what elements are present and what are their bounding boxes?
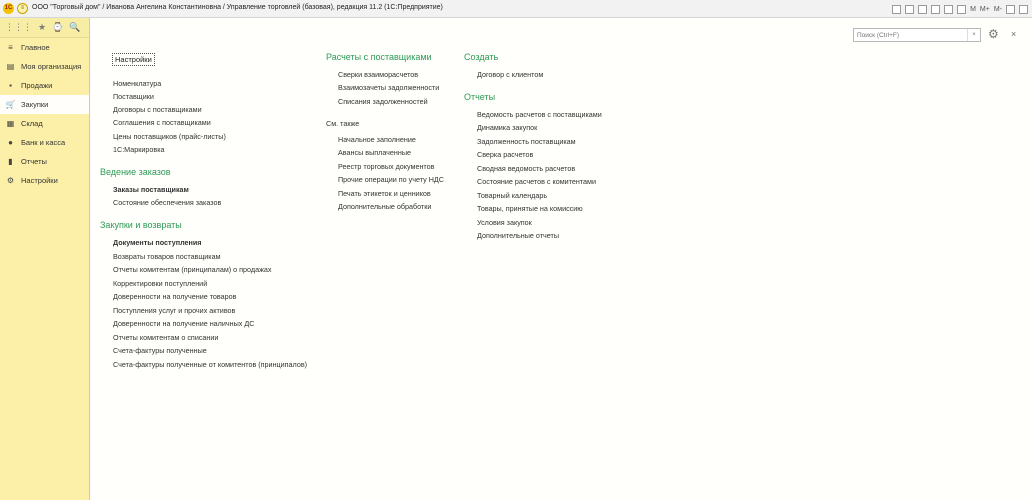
link-returns-to-suppliers[interactable]: Возвраты товаров поставщикам [113,252,221,261]
link-services-receipts[interactable]: Поступления услуг и прочих активов [113,306,235,315]
memory-minus-button[interactable]: M- [994,6,1002,13]
search-input[interactable] [854,29,967,41]
memory-plus-button[interactable]: M+ [980,6,990,13]
link-trade-docs-register[interactable]: Реестр торговых документов [338,162,434,171]
sidebar-item-main[interactable]: ≡ Главное [0,38,89,57]
link-offsets[interactable]: Взаимозачеты задолженности [338,83,439,92]
sidebar-item-bank-cash[interactable]: ● Банк и касса [0,133,89,152]
search-field[interactable]: × [853,28,981,42]
link-report-purchase-terms[interactable]: Условия закупок [477,218,532,227]
sidebar-toolbar: ⋮⋮⋮ ★ ⌚ 🔍 [0,18,89,38]
sidebar-item-label: Закупки [21,100,49,109]
coin-icon: ● [8,138,13,147]
sidebar-item-warehouse[interactable]: ▦ Склад [0,114,89,133]
sidebar-item-label: Банк и касса [21,138,66,147]
apps-grid-icon[interactable]: ⋮⋮⋮ [5,23,32,32]
link-vat-operations[interactable]: Прочие операции по учету НДС [338,175,444,184]
link-additional-processing[interactable]: Дополнительные обработки [338,202,431,211]
link-principal-invoices[interactable]: Счета-фактуры полученные от комитентов (… [113,360,307,369]
sidebar-item-label: Склад [21,119,43,128]
save-icon[interactable] [892,4,902,14]
settings-link[interactable]: Настройки [112,53,155,66]
close-icon[interactable]: × [1011,29,1016,39]
sections-panel: ⋮⋮⋮ ★ ⌚ 🔍 ≡ Главное ▤ Моя организация ▪ … [0,18,90,500]
sidebar-item-label: Моя организация [21,62,82,71]
calculator-icon[interactable] [918,4,928,14]
link-report-additional[interactable]: Дополнительные отчеты [477,231,559,240]
shopping-bag-icon: ▪ [9,81,12,90]
link-report-purchase-dynamics[interactable]: Динамика закупок [477,123,537,132]
link-nomenclature[interactable]: Номенклатура [113,79,161,88]
bar-chart-icon: ▮ [8,157,13,166]
clear-search-icon[interactable]: × [967,29,980,41]
sidebar-item-my-organization[interactable]: ▤ Моя организация [0,57,89,76]
link-label-printing[interactable]: Печать этикеток и ценников [338,189,431,198]
link-goods-powers-of-attorney[interactable]: Доверенности на получение товаров [113,292,236,301]
warehouse-grid-icon: ▦ [6,119,15,128]
section-title-reports: Отчеты [464,92,496,102]
link-reconciliations[interactable]: Сверки взаиморасчетов [338,70,418,79]
menu-lines-icon: ≡ [8,43,13,52]
info-icon[interactable] [1019,4,1028,14]
list-icon[interactable] [957,4,967,14]
link-report-settlements-statement[interactable]: Ведомость расчетов с поставщиками [477,110,602,119]
link-report-goods-calendar[interactable]: Товарный календарь [477,191,547,200]
gear-icon: ⚙ [6,176,15,185]
favorites-star-icon[interactable]: ★ [38,23,46,32]
link-create-client-contract[interactable]: Договор с клиентом [477,70,543,79]
building-icon: ▤ [6,62,15,71]
section-title-create: Создать [464,52,499,62]
link-report-summary-settlements[interactable]: Сводная ведомость расчетов [477,164,575,173]
print-icon[interactable] [905,4,915,14]
cart-icon: 🛒 [5,100,16,109]
link-supplier-contracts[interactable]: Договоры с поставщиками [113,105,202,114]
link-report-principal-settlements[interactable]: Состояние расчетов с комитентами [477,177,596,186]
window-title: ООО "Торговый дом" / Иванова Ангелина Ко… [32,4,443,11]
history-icon[interactable] [931,4,941,14]
settings-gear-icon[interactable]: ⚙ [988,27,999,41]
link-report-consignment-goods[interactable]: Товары, принятые на комиссию [477,204,583,213]
link-supplier-orders[interactable]: Заказы поставщикам [113,185,189,194]
link-write-off-reports[interactable]: Отчеты комитентам о списании [113,333,218,342]
link-initial-filling[interactable]: Начальное заполнение [338,135,416,144]
section-title-settlements: Расчеты с поставщиками [326,52,432,62]
sidebar-item-label: Настройки [21,176,58,185]
see-also-label: См. также [326,119,360,128]
link-marking[interactable]: 1С:Маркировка [113,145,165,154]
link-cash-powers-of-attorney[interactable]: Доверенности на получение наличных ДС [113,319,254,328]
sidebar-item-reports[interactable]: ▮ Отчеты [0,152,89,171]
title-bar: 1С ≡ ООО "Торговый дом" / Иванова Ангели… [0,0,1032,18]
sidebar-item-sales[interactable]: ▪ Продажи [0,76,89,95]
history-clock-icon[interactable]: ⌚ [52,23,63,32]
link-receipt-documents[interactable]: Документы поступления [113,238,202,247]
sidebar-item-label: Продажи [21,81,53,90]
link-report-supplier-debt[interactable]: Задолженность поставщикам [477,137,576,146]
link-order-supply-state[interactable]: Состояние обеспечения заказов [113,198,221,207]
link-commission-reports[interactable]: Отчеты комитентам (принципалам) о продаж… [113,265,271,274]
sidebar-item-settings[interactable]: ⚙ Настройки [0,171,89,190]
search-icon[interactable]: 🔍 [69,23,80,32]
window-icon[interactable] [1006,4,1015,14]
link-received-invoices[interactable]: Счета-фактуры полученные [113,346,207,355]
section-title-orders: Ведение заказов [100,167,171,177]
app-logo-icon: 1С [3,3,14,14]
memory-button[interactable]: M [970,6,976,13]
main-menu-button[interactable]: ≡ [17,3,28,14]
sidebar-item-purchases[interactable]: 🛒 Закупки [0,95,89,114]
section-title-purchases: Закупки и возвраты [100,220,182,230]
link-receipt-corrections[interactable]: Корректировки поступлений [113,279,207,288]
link-debt-write-offs[interactable]: Списания задолженностей [338,97,428,106]
sidebar-item-label: Отчеты [21,157,47,166]
link-supplier-agreements[interactable]: Соглашения с поставщиками [113,118,211,127]
link-suppliers[interactable]: Поставщики [113,92,154,101]
table-icon[interactable] [944,4,954,14]
link-report-reconciliation[interactable]: Сверка расчетов [477,150,533,159]
sidebar-item-label: Главное [21,43,50,52]
title-bar-tools: M M+ M- [892,3,1028,15]
section-content [91,18,1032,500]
link-supplier-prices[interactable]: Цены поставщиков (прайс-листы) [113,132,226,141]
link-advances-paid[interactable]: Авансы выплаченные [338,148,411,157]
